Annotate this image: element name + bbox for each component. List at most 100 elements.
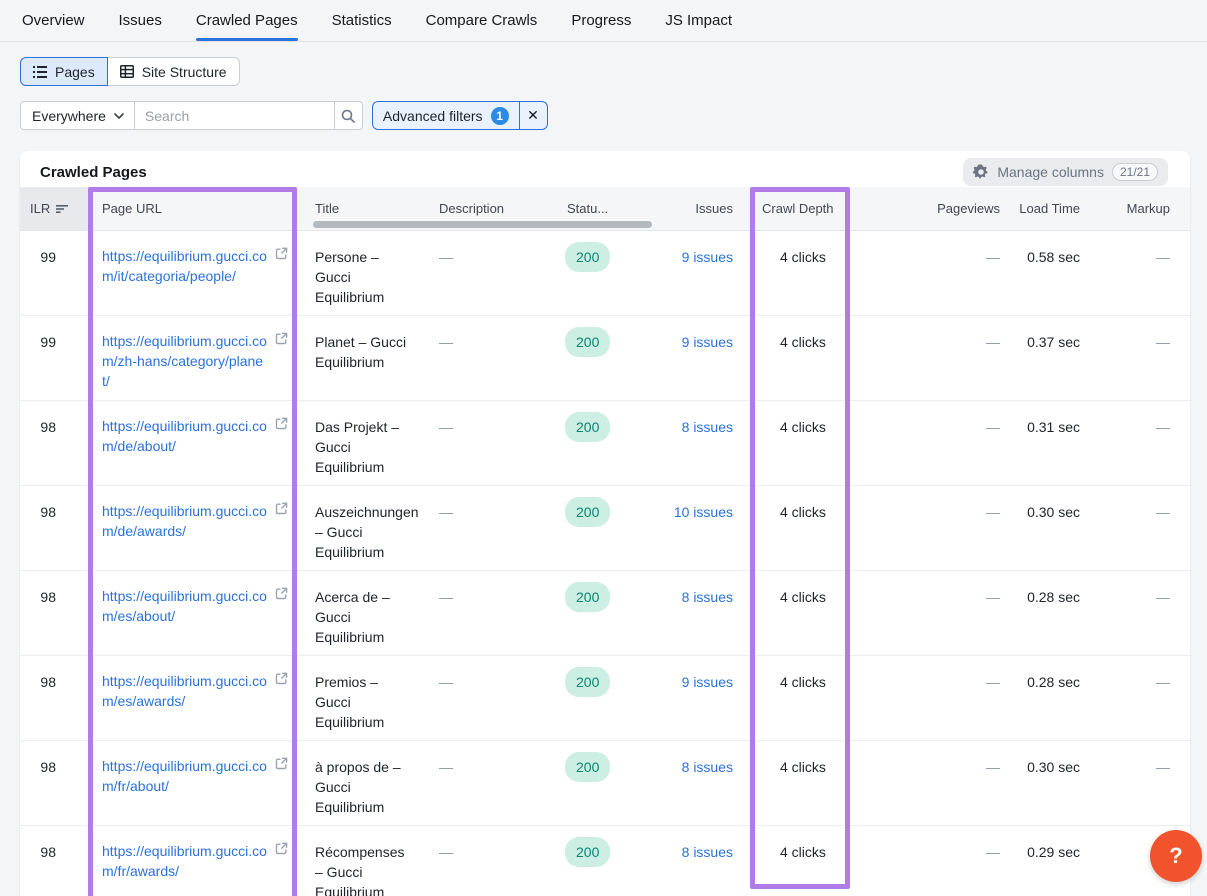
clear-filters-button[interactable]: ✕ xyxy=(519,102,547,129)
issues-link[interactable]: 8 issues xyxy=(682,589,733,605)
column-header-page-url[interactable]: Page URL xyxy=(88,187,297,230)
external-link-icon[interactable] xyxy=(275,332,288,345)
tab-issues[interactable]: Issues xyxy=(119,0,162,41)
pages-view-label: Pages xyxy=(55,64,95,80)
page-url-cell: https://equilibrium.gucci.com/it/categor… xyxy=(88,231,297,315)
issues-link[interactable]: 8 issues xyxy=(682,419,733,435)
issues-cell: 9 issues xyxy=(655,656,750,740)
external-link-icon[interactable] xyxy=(275,247,288,260)
issues-link[interactable]: 10 issues xyxy=(674,504,733,520)
page-url-link[interactable]: https://equilibrium.gucci.com/it/categor… xyxy=(102,246,267,286)
description-value: — xyxy=(429,486,560,570)
page-url-link[interactable]: https://equilibrium.gucci.com/fr/about/ xyxy=(102,756,267,796)
toolbar: Pages Site Structure Everywhere Advanced… xyxy=(0,42,1207,130)
table-row: 98 https://equilibrium.gucci.com/es/awar… xyxy=(20,656,1190,741)
tab-js-impact[interactable]: JS Impact xyxy=(665,0,732,41)
external-link-icon[interactable] xyxy=(275,417,288,430)
advanced-filters-button[interactable]: Advanced filters 1 xyxy=(373,102,519,129)
issues-cell: 8 issues xyxy=(655,741,750,825)
advanced-filters-label: Advanced filters xyxy=(383,108,483,124)
manage-columns-button[interactable]: Manage columns 21/21 xyxy=(963,158,1168,186)
table-row: 98 https://equilibrium.gucci.com/de/awar… xyxy=(20,486,1190,571)
scope-select[interactable]: Everywhere xyxy=(20,101,135,130)
search-button[interactable] xyxy=(335,101,363,130)
pageviews-value: — xyxy=(850,316,1000,400)
ilr-value: 98 xyxy=(20,741,88,825)
title-value: à propos de – Gucci Equilibrium xyxy=(297,741,429,825)
page-url-link[interactable]: https://equilibrium.gucci.com/de/awards/ xyxy=(102,501,267,541)
page-url-link[interactable]: https://equilibrium.gucci.com/fr/awards/ xyxy=(102,841,267,881)
table-row: 98 https://equilibrium.gucci.com/fr/abou… xyxy=(20,741,1190,826)
column-header-markup[interactable]: Markup xyxy=(1082,187,1190,230)
issues-link[interactable]: 9 issues xyxy=(682,249,733,265)
crawl-depth-value: 4 clicks xyxy=(750,826,850,896)
load-time-value: 0.37 sec xyxy=(1000,316,1082,400)
title-value: Persone – Gucci Equilibrium xyxy=(297,231,429,315)
crawl-depth-value: 4 clicks xyxy=(750,656,850,740)
tab-overview[interactable]: Overview xyxy=(22,0,85,41)
issues-link[interactable]: 9 issues xyxy=(682,334,733,350)
table-body: 99 https://equilibrium.gucci.com/it/cate… xyxy=(20,231,1190,896)
status-cell: 200 xyxy=(560,316,655,400)
title-value: Acerca de – Gucci Equilibrium xyxy=(297,571,429,655)
column-header-load-time[interactable]: Load Time xyxy=(1000,187,1082,230)
status-cell: 200 xyxy=(560,571,655,655)
external-link-icon[interactable] xyxy=(275,672,288,685)
load-time-value: 0.30 sec xyxy=(1000,741,1082,825)
column-header-pageviews[interactable]: Pageviews xyxy=(850,187,1000,230)
close-icon: ✕ xyxy=(527,107,539,124)
tab-crawled-pages[interactable]: Crawled Pages xyxy=(196,0,298,41)
pageviews-value: — xyxy=(850,231,1000,315)
page-url-link[interactable]: https://equilibrium.gucci.com/de/about/ xyxy=(102,416,267,456)
filter-row: Everywhere Advanced filters 1 ✕ xyxy=(20,101,1187,130)
page-url-link[interactable]: https://equilibrium.gucci.com/es/awards/ xyxy=(102,671,267,711)
pages-view-button[interactable]: Pages xyxy=(20,57,108,86)
title-value: Récompenses – Gucci Equilibrium xyxy=(297,826,429,896)
status-cell: 200 xyxy=(560,741,655,825)
issues-link[interactable]: 8 issues xyxy=(682,759,733,775)
ilr-header-label: ILR xyxy=(30,201,50,216)
advanced-filters-count-badge: 1 xyxy=(491,107,509,125)
page-url-link[interactable]: https://equilibrium.gucci.com/es/about/ xyxy=(102,586,267,626)
external-link-icon[interactable] xyxy=(275,842,288,855)
external-link-icon[interactable] xyxy=(275,502,288,515)
crawl-depth-value: 4 clicks xyxy=(750,316,850,400)
status-badge: 200 xyxy=(565,582,610,612)
markup-value: — xyxy=(1082,741,1190,825)
ilr-value: 98 xyxy=(20,656,88,740)
page-url-cell: https://equilibrium.gucci.com/zh-hans/ca… xyxy=(88,316,297,400)
page-url-link[interactable]: https://equilibrium.gucci.com/zh-hans/ca… xyxy=(102,331,267,391)
issues-link[interactable]: 8 issues xyxy=(682,844,733,860)
ilr-value: 98 xyxy=(20,826,88,896)
site-structure-view-label: Site Structure xyxy=(142,64,227,80)
chevron-down-icon xyxy=(114,113,124,119)
column-header-ilr[interactable]: ILR xyxy=(20,187,88,230)
page-url-cell: https://equilibrium.gucci.com/fr/awards/ xyxy=(88,826,297,896)
top-nav: Overview Issues Crawled Pages Statistics… xyxy=(0,0,1207,42)
issues-cell: 9 issues xyxy=(655,316,750,400)
tab-progress[interactable]: Progress xyxy=(571,0,631,41)
issues-cell: 8 issues xyxy=(655,826,750,896)
card-title: Crawled Pages xyxy=(40,164,147,181)
issues-link[interactable]: 9 issues xyxy=(682,674,733,690)
tab-compare-crawls[interactable]: Compare Crawls xyxy=(426,0,538,41)
load-time-value: 0.29 sec xyxy=(1000,826,1082,896)
status-cell: 200 xyxy=(560,656,655,740)
external-link-icon[interactable] xyxy=(275,757,288,770)
help-button[interactable]: ? xyxy=(1150,830,1202,882)
column-header-issues[interactable]: Issues xyxy=(655,187,750,230)
crawl-depth-value: 4 clicks xyxy=(750,741,850,825)
external-link-icon[interactable] xyxy=(275,587,288,600)
manage-columns-count: 21/21 xyxy=(1112,163,1158,181)
tab-statistics[interactable]: Statistics xyxy=(332,0,392,41)
search-input[interactable] xyxy=(135,101,335,130)
ilr-value: 98 xyxy=(20,401,88,485)
issues-cell: 8 issues xyxy=(655,571,750,655)
crawl-depth-value: 4 clicks xyxy=(750,231,850,315)
column-header-crawl-depth[interactable]: Crawl Depth xyxy=(750,187,850,230)
markup-value: — xyxy=(1082,316,1190,400)
title-value: Planet – Gucci Equilibrium xyxy=(297,316,429,400)
horizontal-scrollbar-thumb[interactable] xyxy=(313,221,652,228)
site-structure-view-button[interactable]: Site Structure xyxy=(108,57,240,86)
title-value: Auszeichnungen – Gucci Equilibrium xyxy=(297,486,429,570)
